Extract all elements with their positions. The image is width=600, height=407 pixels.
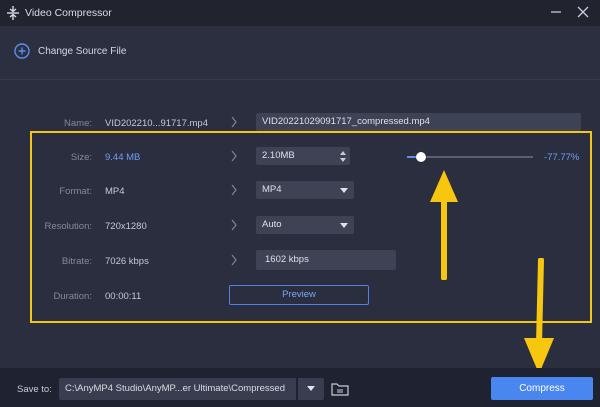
output-size-stepper[interactable]: 2.10MB [256,147,350,165]
change-source-file-button[interactable]: Change Source File [38,46,126,57]
source-bitrate-value: 7026 kbps [105,256,149,267]
preview-button[interactable]: Preview [229,285,369,305]
folder-icon[interactable] [331,381,349,397]
resolution-label: Resolution: [44,221,92,232]
caret-down-icon [340,223,348,228]
plus-circle-icon[interactable] [14,43,30,59]
save-path-input[interactable]: C:\AnyMP4 Studio\AnyMP...er Ultimate\Com… [59,378,296,400]
compress-arrows-icon [7,6,19,20]
source-name-value: VID202210...91717.mp4 [105,118,208,129]
duration-value: 00:00:11 [105,291,142,302]
size-percent: -77.77% [544,152,580,163]
window-title: Video Compressor [25,7,112,19]
size-slider[interactable] [407,152,533,162]
source-resolution-value: 720x1280 [105,221,147,232]
chevron-right-icon [231,219,237,231]
close-icon[interactable] [576,5,590,19]
duration-label: Duration: [53,291,92,302]
chevron-right-icon [231,184,237,196]
minimize-icon[interactable] [549,5,563,19]
output-name-field[interactable]: VID20221029091717_compressed.mp4 [256,113,581,131]
size-slider-thumb[interactable] [415,152,426,162]
caret-down-icon [340,188,348,193]
chevron-right-icon [231,116,237,128]
size-label: Size: [70,152,92,163]
name-label: Name: [64,118,92,129]
chevron-right-icon [231,254,237,266]
spin-up-icon[interactable] [339,149,347,156]
output-bitrate-field[interactable]: 1602 kbps [256,250,396,270]
save-to-label: Save to: [17,384,52,395]
title-bar: Video Compressor [0,0,600,26]
spin-down-icon[interactable] [339,157,347,164]
format-label: Format: [59,186,92,197]
source-size-value: 9.44 MB [105,152,141,163]
compress-button[interactable]: Compress [491,377,593,400]
caret-down-icon [307,386,315,391]
source-format-value: MP4 [105,186,125,197]
chevron-right-icon [231,150,237,162]
save-path-dropdown[interactable] [298,378,324,400]
bitrate-label: Bitrate: [61,256,92,267]
